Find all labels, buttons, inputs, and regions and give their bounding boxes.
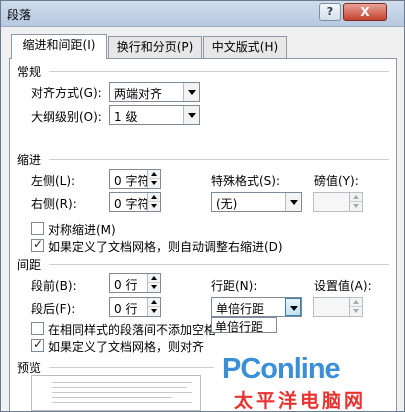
spin-down-icon[interactable] <box>148 283 160 292</box>
line-spacing-dropdown[interactable]: 单倍行距 <box>211 317 277 335</box>
snap-to-grid-label: 如果定义了文档网格，则对齐 <box>48 340 205 354</box>
preview-heading: 预览 <box>17 361 42 375</box>
outline-level-label: 大纲级别(O): <box>31 110 102 124</box>
indent-by-label: 磅值(Y): <box>314 174 359 188</box>
right-indent-input[interactable]: 0 字符 <box>109 192 161 212</box>
general-divider <box>49 71 389 72</box>
title-bar: 段落 ? X <box>1 1 404 27</box>
dialog-title: 段落 <box>7 8 32 22</box>
auto-adjust-right-indent-label: 如果定义了文档网格，则自动调整右缩进(D) <box>48 240 283 254</box>
line-spacing-value: 单倍行距 <box>216 302 265 316</box>
special-indent-value: (无) <box>216 197 238 211</box>
preview-line <box>52 387 187 388</box>
line-spacing-at-input[interactable] <box>313 297 363 317</box>
spin-up-icon[interactable] <box>148 274 160 283</box>
no-space-same-style-label: 在相同样式的段落间不添加空格 <box>48 323 217 337</box>
no-space-same-style-checkbox[interactable] <box>31 322 44 335</box>
alignment-label: 对齐方式(G): <box>31 86 102 100</box>
spin-down-icon[interactable] <box>148 179 160 188</box>
alignment-value: 两端对齐 <box>114 87 163 101</box>
tab-asian-typography[interactable]: 中文版式(H) <box>203 36 287 58</box>
outline-level-value: 1 级 <box>114 110 138 124</box>
space-before-input[interactable]: 0 行 <box>109 273 161 293</box>
tab-line-page-breaks[interactable]: 换行和分页(P) <box>108 36 202 58</box>
spin-down-icon[interactable] <box>148 307 160 316</box>
spin-up-icon[interactable] <box>350 193 362 202</box>
mirror-indents-label: 对称缩进(M) <box>48 223 116 237</box>
special-indent-select[interactable]: (无) <box>211 192 302 212</box>
left-indent-label: 左侧(L): <box>31 174 76 188</box>
preview-line <box>52 402 192 403</box>
snap-to-grid-checkbox[interactable]: ✓ <box>31 337 44 352</box>
spacing-heading: 间距 <box>17 258 42 272</box>
help-button[interactable]: ? <box>319 3 341 21</box>
tab-indents-spacing[interactable]: 缩进和间距(I) <box>11 34 107 59</box>
space-before-label: 段前(B): <box>31 279 77 293</box>
preview-pane <box>31 375 201 411</box>
indentation-heading: 缩进 <box>17 153 42 167</box>
chevron-down-icon[interactable] <box>183 83 199 101</box>
check-icon: ✓ <box>33 237 44 251</box>
space-after-label: 段后(F): <box>31 302 76 316</box>
dropdown-option-single[interactable]: 单倍行距 <box>215 318 263 335</box>
chevron-down-icon[interactable] <box>285 298 301 316</box>
close-button[interactable]: X <box>343 3 387 21</box>
left-indent-input[interactable]: 0 字符 <box>109 169 161 189</box>
pconline-watermark-logo: PConline <box>222 353 341 385</box>
spin-down-icon[interactable] <box>350 307 362 316</box>
preview-divider <box>49 367 214 368</box>
space-after-input[interactable]: 0 行 <box>109 297 161 317</box>
pconline-watermark-tagline: 太平洋电脑网 <box>234 390 367 412</box>
line-spacing-at-label: 设置值(A): <box>314 279 372 293</box>
outline-level-select[interactable]: 1 级 <box>109 105 200 125</box>
paragraph-dialog: 段落 ? X 缩进和间距(I) 换行和分页(P) 中文版式(H) 常规 对齐方式… <box>0 0 405 412</box>
space-before-value: 0 行 <box>114 278 138 292</box>
left-indent-value: 0 字符 <box>114 174 150 188</box>
check-icon: ✓ <box>33 337 44 351</box>
preview-line <box>52 382 192 383</box>
general-heading: 常规 <box>17 65 42 79</box>
right-indent-value: 0 字符 <box>114 197 150 211</box>
indentation-divider <box>49 159 389 160</box>
spin-up-icon[interactable] <box>148 170 160 179</box>
spin-up-icon[interactable] <box>148 193 160 202</box>
spin-up-icon[interactable] <box>350 298 362 307</box>
spin-down-icon[interactable] <box>350 202 362 211</box>
alignment-select[interactable]: 两端对齐 <box>109 82 200 102</box>
chevron-down-icon[interactable] <box>285 193 301 211</box>
special-indent-label: 特殊格式(S): <box>211 174 281 188</box>
spin-down-icon[interactable] <box>148 202 160 211</box>
spin-up-icon[interactable] <box>148 298 160 307</box>
preview-line <box>52 397 172 398</box>
chevron-down-icon[interactable] <box>183 106 199 124</box>
space-after-value: 0 行 <box>114 302 138 316</box>
line-spacing-label: 行距(N): <box>211 279 258 293</box>
spacing-divider <box>49 264 389 265</box>
right-indent-label: 右侧(R): <box>31 197 77 211</box>
mirror-indents-checkbox[interactable] <box>31 222 44 235</box>
preview-line <box>52 392 192 393</box>
indent-by-input[interactable] <box>313 192 363 212</box>
auto-adjust-right-indent-checkbox[interactable]: ✓ <box>31 237 44 252</box>
line-spacing-select[interactable]: 单倍行距 <box>211 297 302 317</box>
